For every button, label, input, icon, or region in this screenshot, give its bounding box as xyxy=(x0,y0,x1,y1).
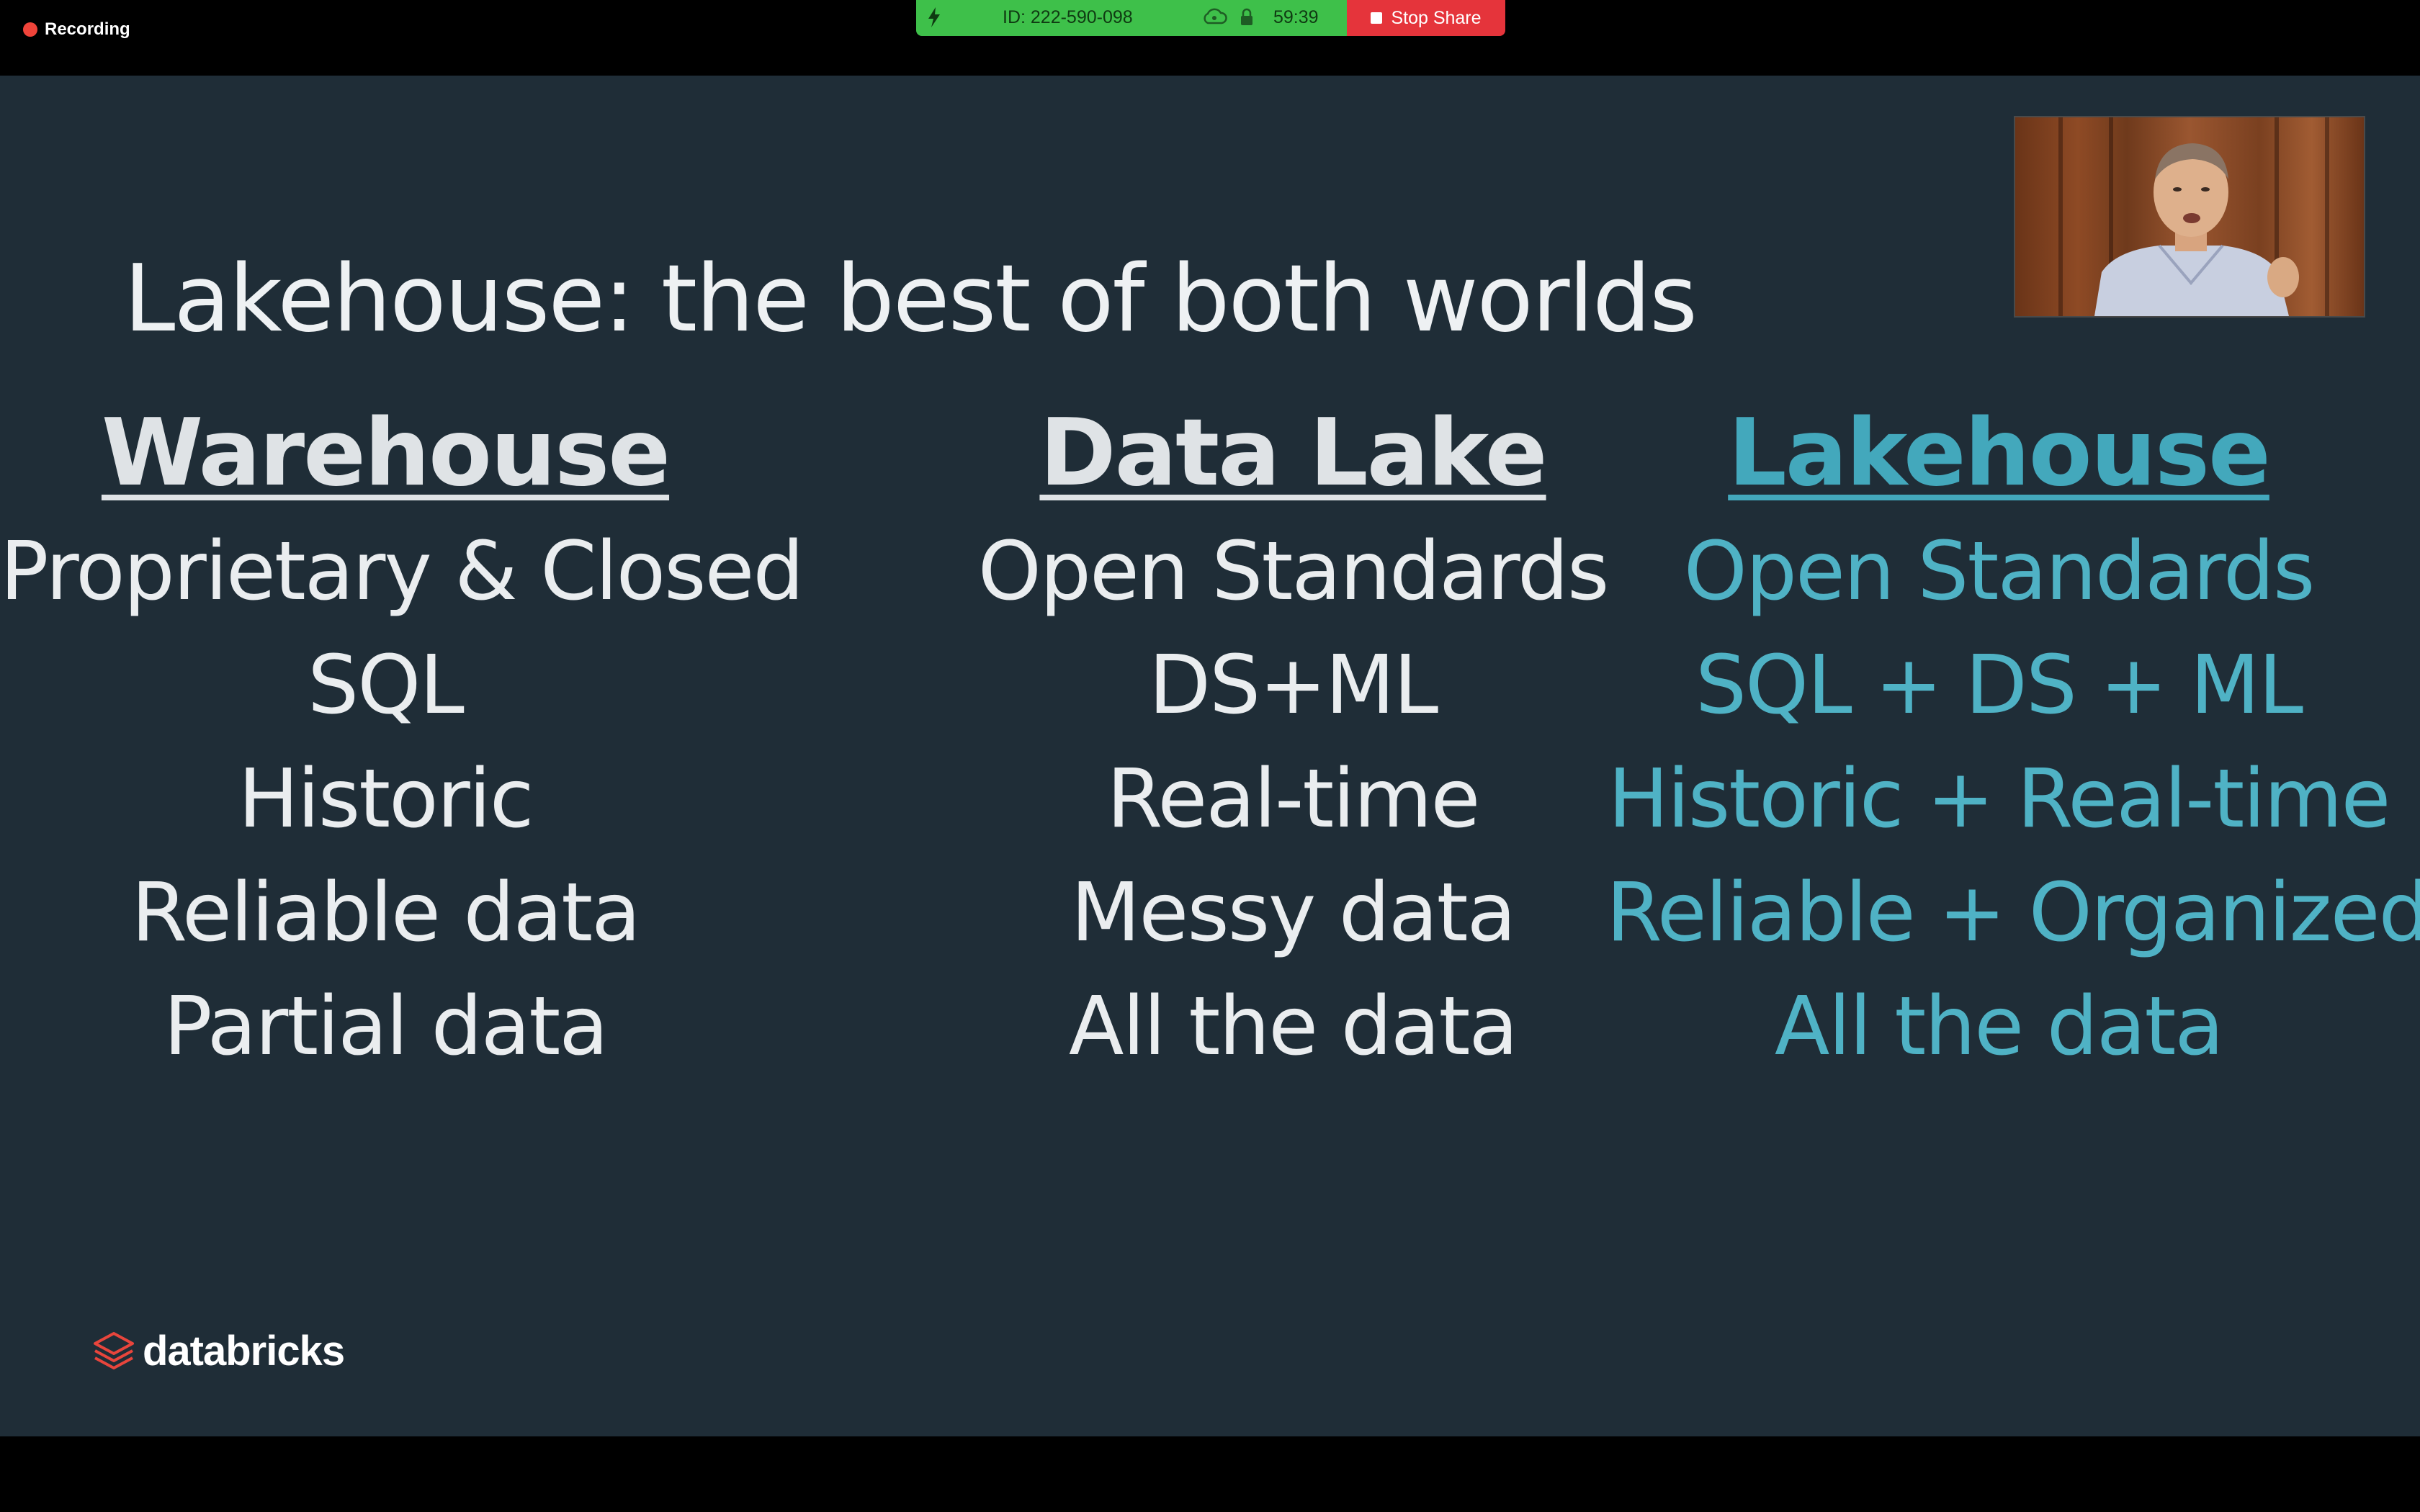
list-item: Reliable data xyxy=(131,866,641,960)
column-heading: Warehouse xyxy=(101,400,671,507)
list-item: Partial data xyxy=(163,980,609,1074)
databricks-logo: databricks xyxy=(92,1327,345,1375)
list-item: SQL + DS + ML xyxy=(1695,639,2303,732)
list-item: Reliable + Organized xyxy=(1606,866,2420,960)
stop-share-button[interactable]: Stop Share xyxy=(1347,0,1505,36)
top-bar: Recording ID: 222-590-098 59:39 Stop Sha… xyxy=(0,0,2420,76)
meeting-id: ID: 222-590-098 xyxy=(1003,7,1133,27)
shared-slide: Lakehouse: the best of both worlds Wareh… xyxy=(0,76,2420,1436)
slide-title: Lakehouse: the best of both worlds xyxy=(124,246,1698,353)
meeting-info-panel[interactable]: ID: 222-590-098 59:39 xyxy=(916,0,1347,36)
recording-dot-icon xyxy=(23,22,37,37)
cloud-icon xyxy=(1201,7,1227,31)
warehouse-column: Warehouse Proprietary & Closed SQL Histo… xyxy=(0,392,804,1084)
stop-icon xyxy=(1371,12,1383,24)
stop-share-label: Stop Share xyxy=(1391,7,1482,28)
lakehouse-column: Lakehouse Open Standards SQL + DS + ML H… xyxy=(1606,392,2420,1084)
list-item: Open Standards xyxy=(1683,525,2316,618)
recording-indicator[interactable]: Recording xyxy=(23,17,130,42)
list-item: Historic xyxy=(238,752,534,846)
databricks-stack-icon xyxy=(94,1331,134,1369)
lightning-icon xyxy=(926,6,942,34)
brand-name: databricks xyxy=(143,1328,345,1374)
column-heading: Lakehouse xyxy=(1728,400,2271,507)
bottom-bar xyxy=(0,1436,2420,1512)
list-item: Proprietary & Closed xyxy=(0,525,804,618)
list-item: SQL xyxy=(308,639,465,732)
screen-share-toolbar: ID: 222-590-098 59:39 Stop Share xyxy=(916,0,1505,36)
presenter-figure xyxy=(2094,143,2299,316)
lock-icon xyxy=(1239,7,1255,32)
recording-label: Recording xyxy=(45,19,130,39)
meeting-timer: 59:39 xyxy=(1273,7,1319,27)
presenter-video[interactable] xyxy=(2014,116,2365,318)
list-item: All the data xyxy=(1774,980,2224,1074)
list-item: Historic + Real-time xyxy=(1608,752,2391,846)
